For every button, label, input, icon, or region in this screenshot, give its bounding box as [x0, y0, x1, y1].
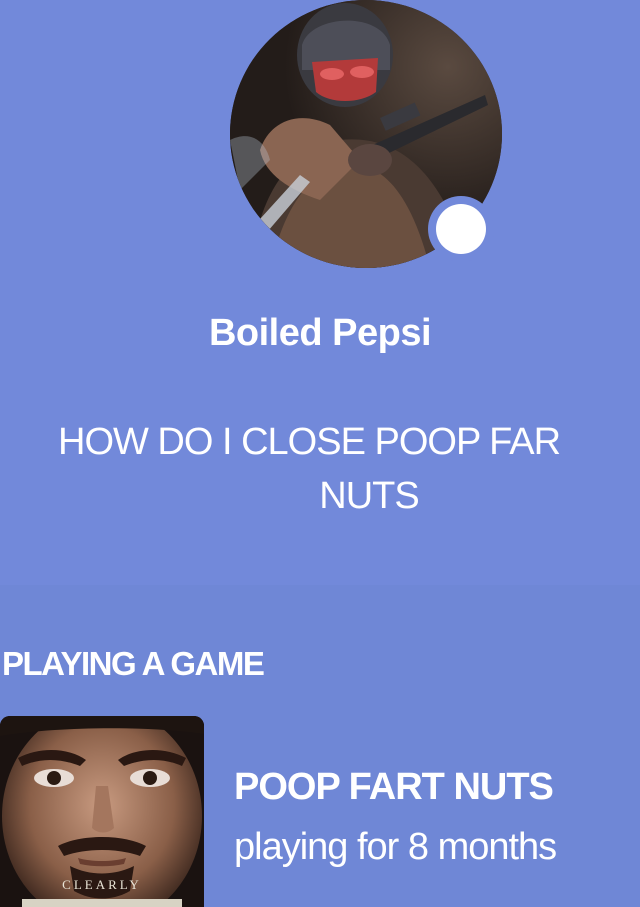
icon-caption: CLEARLY: [62, 877, 142, 892]
username: Boiled Pepsi: [208, 312, 432, 354]
status-dot-icon: [436, 204, 486, 254]
avatar-container[interactable]: [228, 0, 504, 270]
custom-status-line-2: NUTS: [319, 475, 419, 517]
game-name: POOP FART NUTS: [234, 766, 554, 808]
caption-bar: [22, 899, 182, 907]
custom-status-line-1: HOW DO I CLOSE POOP FAR: [58, 421, 561, 463]
game-elapsed-time: playing for 8 months: [234, 826, 557, 868]
activity-section-label: PLAYING A GAME: [2, 645, 265, 682]
online-status-indicator: [428, 196, 494, 262]
game-icon: CLEARLY: [0, 716, 204, 907]
